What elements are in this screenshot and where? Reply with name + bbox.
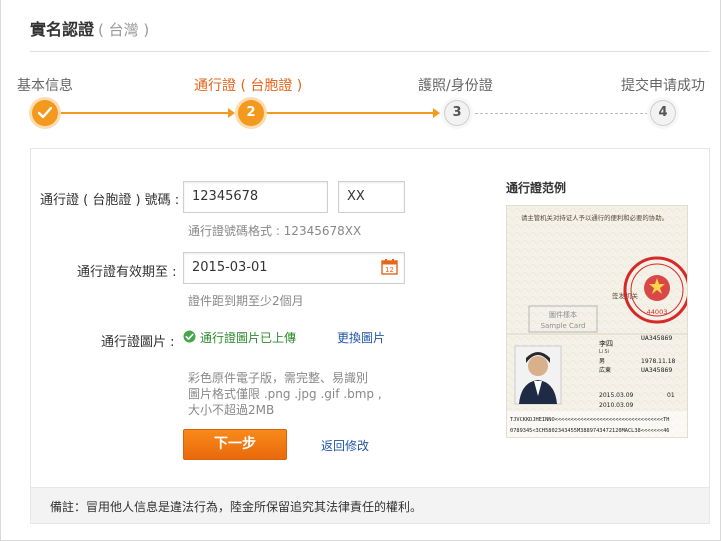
permit-number-hint: 通行證號碼格式 : 12345678XX	[188, 224, 362, 238]
watermark-cn: 圖件樣本	[549, 310, 577, 319]
check-icon	[38, 107, 52, 119]
upload-success-icon	[183, 330, 196, 343]
card-birth-date: 1978.11.18	[641, 358, 676, 365]
next-step-button[interactable]: 下一步	[183, 429, 287, 460]
expiry-date-input[interactable]: 2015-03-01	[183, 252, 405, 284]
card-text-top: 请主管机关对持证人予以通行的便利和必要的协助。	[521, 213, 668, 222]
step-1-label: 基本信息	[17, 78, 73, 94]
step-3-label: 護照/身份證	[418, 78, 493, 94]
card-number-top: UA345869	[641, 334, 672, 342]
calendar-icon-day: 12	[385, 266, 394, 274]
sample-card-illustration: 请主管机关对持证人予以通行的便利和必要的协助。 签发机关 44003 圖件樣本 …	[507, 206, 687, 437]
permit-image-label: 通行證圖片 :	[101, 335, 175, 350]
sample-title: 通行證范例	[506, 181, 567, 195]
step-arrow-1	[228, 108, 235, 118]
step-4-label: 提交申请成功	[621, 78, 705, 94]
permit-suffix-input[interactable]: XX	[338, 181, 405, 213]
sample-permit-card: 请主管机关对持证人予以通行的便利和必要的协助。 签发机关 44003 圖件樣本 …	[506, 205, 688, 438]
footer-note-bar: 備註：冒用他人信息是違法行為，陸金所保留追究其法律責任的權利。	[30, 488, 710, 524]
card-mrz-line-2: 0789345<3CH5802343455M3889743472120MACL3…	[510, 428, 669, 434]
step-arrow-2	[433, 108, 440, 118]
step-connector-3	[470, 113, 648, 114]
page-title-text: 實名認證	[30, 20, 95, 39]
step-3-circle: 3	[444, 100, 470, 126]
expiry-hint: 證件距到期至少2個月	[188, 294, 304, 308]
step-4-circle: 4	[650, 100, 676, 126]
permit-number-input[interactable]: 12345678	[183, 181, 328, 213]
back-modify-link[interactable]: 返回修改	[321, 437, 369, 454]
step-connector-2	[266, 112, 434, 114]
change-image-link[interactable]: 更換圖片	[337, 329, 385, 346]
upload-status-text: 通行證圖片已上傳	[200, 331, 297, 345]
calendar-icon[interactable]: 12	[381, 258, 398, 275]
footer-note: 備註：冒用他人信息是違法行為，陸金所保留追究其法律責任的權利。	[50, 500, 423, 514]
step-2-circle: 2	[238, 100, 264, 126]
page-title: 實名認證( 台灣 )	[30, 16, 149, 40]
step-1-circle	[32, 100, 58, 126]
card-issue-date: 2010.03.09	[599, 402, 634, 409]
card-birth-place: 広東	[599, 366, 611, 374]
step-2-label: 通行證 ( 台胞證 )	[194, 78, 303, 94]
permit-number-label: 通行證 ( 台胞證 ) 號碼 :	[40, 193, 180, 208]
card-mrz-line-1: TJVCKKDJHEINNO<<<<<<<<<<<<<<<<<<<<<<<<<<…	[510, 417, 669, 423]
card-issue-count: 01	[667, 392, 675, 399]
card-expiry-date: 2015.03.09	[599, 392, 634, 399]
image-note-1: 彩色原件電子版，需完整、易識別	[188, 371, 369, 385]
step-connector-1	[60, 112, 230, 114]
page-title-region: ( 台灣 )	[98, 21, 150, 39]
expiry-label: 通行證有效期至 :	[77, 265, 177, 280]
watermark-en: Sample Card	[541, 322, 586, 330]
image-note-2: 圖片格式僅限 .png .jpg .gif .bmp ,	[188, 387, 382, 401]
title-divider	[30, 51, 710, 52]
card-name-cn: 李四	[599, 339, 613, 348]
image-note-3: 大小不超過2MB	[188, 403, 275, 417]
card-number-mid: UA345869	[641, 366, 672, 374]
card-sex: 男	[599, 358, 605, 365]
seal-code: 44003	[647, 308, 668, 316]
card-name-pinyin: Li Si	[599, 349, 609, 355]
